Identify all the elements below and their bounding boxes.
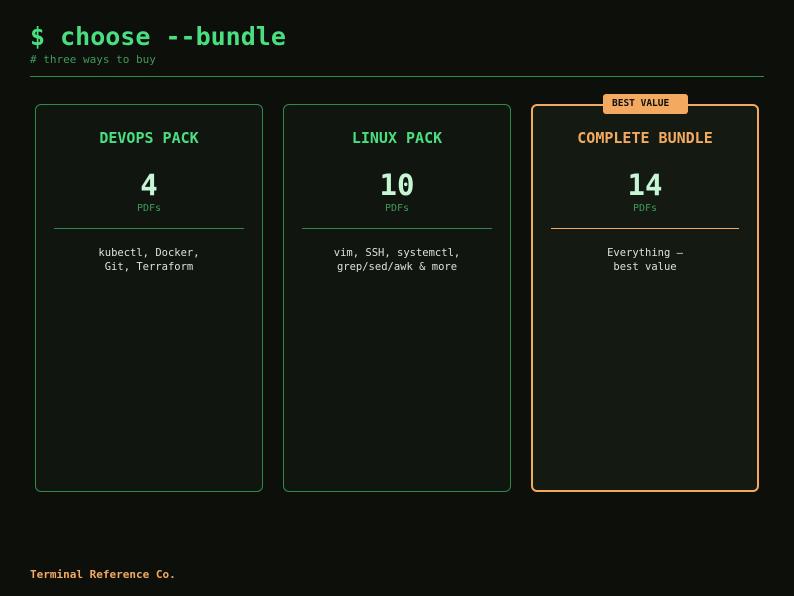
bundle-count-unit: PDFs — [136, 203, 162, 214]
bundle-card-devops[interactable]: DEVOPS PACK 4 PDFs kubectl, Docker, Git,… — [35, 104, 263, 492]
bundle-name: COMPLETE BUNDLE — [577, 129, 713, 147]
page-subtitle: # three ways to buy — [30, 53, 156, 66]
footer-brand: Terminal Reference Co. — [30, 568, 176, 581]
card-divider — [54, 228, 244, 229]
card-divider — [551, 228, 739, 229]
bundle-description-line: Git, Terraform — [104, 261, 194, 273]
bundle-pdf-count: 14 — [627, 168, 663, 202]
bundle-description-line: Everything — — [607, 247, 683, 259]
bundle-card-linux[interactable]: LINUX PACK 10 PDFs vim, SSH, systemctl, … — [283, 104, 511, 492]
bundle-description-line: vim, SSH, systemctl, — [333, 247, 461, 259]
bundle-name: LINUX PACK — [351, 129, 443, 147]
bundle-description-line: grep/sed/awk & more — [336, 261, 458, 273]
page-title: $ choose --bundle — [30, 22, 286, 51]
bundle-count-unit: PDFs — [384, 203, 410, 214]
bundle-pdf-count: 10 — [379, 168, 415, 202]
bundle-pdf-count: 4 — [140, 168, 158, 202]
bundle-card-complete[interactable]: COMPLETE BUNDLE 14 PDFs Everything — bes… — [531, 104, 759, 492]
bundle-description-line: kubectl, Docker, — [98, 247, 200, 259]
bundle-description: Everything — best value — [543, 246, 747, 274]
bundle-count-unit: PDFs — [632, 203, 658, 214]
bundle-description: kubectl, Docker, Git, Terraform — [46, 246, 252, 274]
bundle-name: DEVOPS PACK — [99, 129, 199, 147]
best-value-badge: BEST VALUE — [603, 94, 688, 114]
bundle-description-line: best value — [613, 261, 677, 273]
card-divider — [302, 228, 492, 229]
header-divider — [30, 76, 764, 77]
bundle-description: vim, SSH, systemctl, grep/sed/awk & more — [294, 246, 500, 274]
